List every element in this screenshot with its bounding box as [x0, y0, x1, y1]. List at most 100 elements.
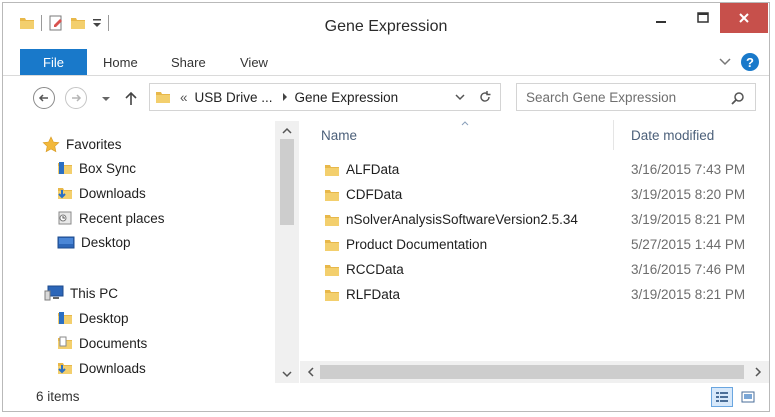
nav-item-pc-downloads[interactable]: Downloads	[57, 360, 146, 376]
explorer-window: Gene Expression File Home Share View ? «…	[2, 2, 770, 412]
file-name: RCCData	[346, 262, 404, 277]
recent-locations-chevron-icon[interactable]	[101, 95, 111, 103]
file-name: ALFData	[346, 162, 400, 177]
file-date: 5/27/2015 1:44 PM	[631, 237, 746, 252]
nav-item-pc-desktop[interactable]: Desktop	[57, 310, 129, 326]
refresh-icon[interactable]	[478, 90, 492, 104]
nav-item-box-sync[interactable]: Box Sync	[57, 160, 136, 176]
star-icon	[42, 136, 60, 153]
help-icon[interactable]: ?	[741, 53, 759, 71]
folder-icon	[325, 290, 339, 301]
sort-ascending-icon	[461, 121, 469, 126]
downloads-icon	[58, 363, 72, 374]
nav-this-pc-label: This PC	[70, 285, 119, 301]
file-name: RLFData	[346, 287, 401, 302]
scrollbar-thumb[interactable]	[320, 365, 744, 379]
back-arrow-icon	[38, 94, 48, 102]
column-header-name[interactable]: Name	[321, 128, 357, 143]
nav-pane-scrollbar[interactable]	[275, 121, 299, 383]
ribbon-controls: ?	[719, 53, 759, 71]
column-divider[interactable]	[613, 120, 614, 150]
folder-icon	[325, 265, 339, 276]
file-name: nSolverAnalysisSoftwareVersion2.5.34	[346, 212, 578, 227]
close-button[interactable]	[720, 3, 768, 33]
item-count: 6 items	[36, 389, 80, 404]
tab-view[interactable]: View	[240, 55, 268, 70]
nav-item-label: Downloads	[79, 185, 146, 201]
scroll-left-icon[interactable]	[307, 367, 314, 377]
breadcrumb-separator-icon[interactable]	[282, 93, 288, 101]
nav-item-label: Desktop	[81, 235, 131, 250]
breadcrumb-gene-expression[interactable]: Gene Expression	[295, 90, 399, 105]
minimize-icon	[656, 21, 666, 23]
nav-item-label: Downloads	[79, 360, 146, 376]
forward-arrow-icon	[72, 94, 82, 102]
nav-item-label: Recent places	[79, 210, 165, 226]
nav-this-pc[interactable]: This PC	[44, 285, 118, 301]
folder-icon	[58, 312, 72, 324]
search-placeholder: Search Gene Expression	[526, 89, 677, 105]
nav-item-desktop[interactable]: Desktop	[57, 235, 131, 250]
column-header-date-modified[interactable]: Date modified	[631, 128, 714, 143]
tab-home[interactable]: Home	[103, 55, 138, 70]
computer-icon	[44, 285, 64, 301]
ribbon-tabs: File Home Share View ?	[3, 49, 769, 76]
maximize-button[interactable]	[683, 3, 723, 33]
nav-item-label: Desktop	[79, 310, 129, 326]
file-list: Name Date modified ALFData 3/16/2015 7:4…	[300, 120, 769, 360]
nav-favorites[interactable]: Favorites	[42, 136, 122, 153]
large-icons-view-button[interactable]	[737, 387, 759, 407]
tab-file[interactable]: File	[20, 49, 87, 75]
file-date: 3/19/2015 8:21 PM	[631, 212, 746, 227]
file-date: 3/16/2015 7:43 PM	[631, 162, 746, 177]
up-arrow-icon[interactable]	[124, 90, 138, 106]
file-date: 3/19/2015 8:20 PM	[631, 187, 746, 202]
navigation-pane: Favorites Box Sync Downloads Recent plac…	[3, 120, 299, 384]
folder-icon	[325, 215, 339, 226]
desktop-icon	[57, 236, 75, 248]
file-name: Product Documentation	[346, 237, 488, 252]
scrollbar-thumb[interactable]	[280, 139, 294, 225]
file-row[interactable]: RCCData 3/16/2015 7:46 PM	[300, 258, 769, 283]
nav-item-label: Documents	[79, 335, 148, 351]
nav-item-downloads[interactable]: Downloads	[57, 185, 146, 201]
breadcrumb-usb-drive[interactable]: USB Drive ...	[195, 90, 273, 105]
nav-item-documents[interactable]: Documents	[57, 335, 147, 351]
title-bar: Gene Expression	[3, 3, 769, 43]
file-row[interactable]: Product Documentation 5/27/2015 1:44 PM	[300, 233, 769, 258]
scroll-up-icon[interactable]	[282, 127, 292, 134]
forward-button[interactable]	[65, 87, 87, 109]
large-icons-view-icon	[741, 391, 755, 403]
details-view-button[interactable]	[711, 387, 733, 407]
expand-ribbon-icon[interactable]	[719, 58, 731, 66]
file-name: CDFData	[346, 187, 403, 202]
file-row[interactable]: CDFData 3/19/2015 8:20 PM	[300, 183, 769, 208]
status-bar: 6 items	[3, 383, 769, 411]
nav-item-label: Box Sync	[79, 160, 137, 176]
tab-share[interactable]: Share	[171, 55, 206, 70]
documents-icon	[58, 336, 72, 349]
file-row[interactable]: RLFData 3/19/2015 8:21 PM	[300, 283, 769, 308]
file-list-scrollbar[interactable]	[300, 361, 769, 383]
file-row[interactable]: ALFData 3/16/2015 7:43 PM	[300, 158, 769, 183]
address-history-chevron-icon[interactable]	[455, 94, 465, 102]
nav-favorites-label: Favorites	[66, 137, 122, 152]
scroll-down-icon[interactable]	[282, 371, 292, 378]
box-sync-folder-icon	[58, 162, 72, 174]
file-date: 3/16/2015 7:46 PM	[631, 262, 746, 277]
search-box[interactable]: Search Gene Expression	[516, 83, 756, 111]
nav-item-recent-places[interactable]: Recent places	[57, 210, 165, 226]
breadcrumb-overflow[interactable]: «	[180, 90, 188, 105]
folder-icon	[325, 240, 339, 251]
search-icon[interactable]	[731, 91, 745, 105]
address-bar[interactable]: « USB Drive ... Gene Expression	[149, 83, 501, 111]
navigation-bar: « USB Drive ... Gene Expression Search G…	[3, 83, 769, 115]
minimize-button[interactable]	[641, 3, 681, 33]
details-view-icon	[716, 392, 728, 402]
folder-icon	[156, 92, 170, 103]
file-row[interactable]: nSolverAnalysisSoftwareVersion2.5.34 3/1…	[300, 208, 769, 233]
folder-icon	[325, 190, 339, 201]
back-button[interactable]	[33, 87, 55, 109]
scroll-right-icon[interactable]	[755, 367, 762, 377]
downloads-icon	[58, 188, 72, 199]
